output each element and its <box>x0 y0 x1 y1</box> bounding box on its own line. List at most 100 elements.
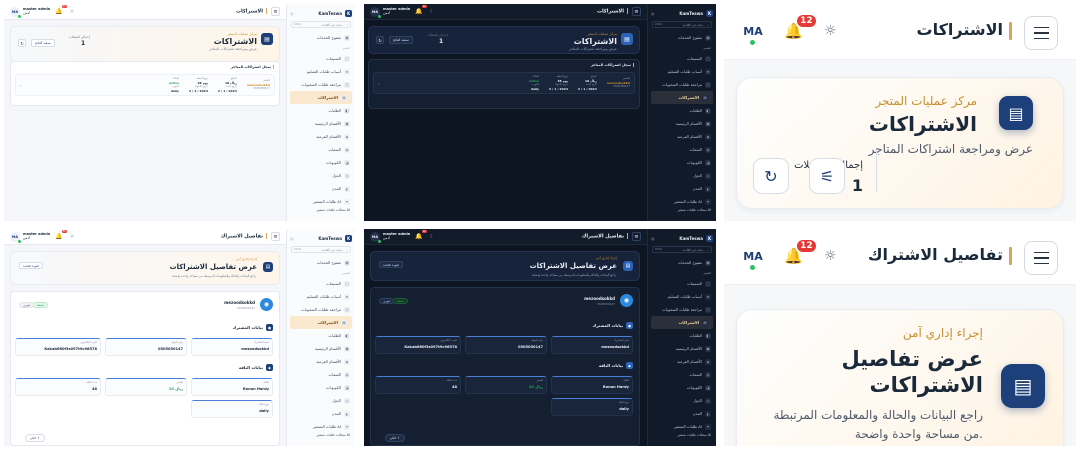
sun-icon[interactable]: ☾ <box>430 234 434 240</box>
sidebar-footer[interactable]: سجلات طلبات تسعير AI <box>648 208 716 212</box>
sidebar-item[interactable]: الطلبات ◧ <box>648 329 716 342</box>
bell-icon[interactable]: 🔔 12 <box>55 5 67 15</box>
avatar[interactable]: MA <box>742 20 764 46</box>
sidebar-item-subscriptions[interactable]: الاشتراكات ▤ <box>651 91 713 104</box>
sidebar-item[interactable]: الأقسام الفرعية ◈ <box>287 355 355 368</box>
sidebar-item[interactable]: مراجعة طلبات السحوبات ◫ <box>648 303 716 316</box>
sidebar-item[interactable]: الكوبونات ◪ <box>287 381 355 394</box>
sidebar-item[interactable]: أسباب طلبات التسليم ≡ <box>648 290 716 303</box>
avatar[interactable]: MA <box>10 6 21 18</box>
sidebar-item[interactable]: أسباب طلبات التسليم ≡ <box>648 65 716 78</box>
menu-icon[interactable]: ≡ <box>632 7 641 16</box>
sidebar-item-dashboard[interactable]: مفتوح الخدمات ▦ <box>287 256 355 269</box>
bell-icon[interactable]: 🔔 12 <box>415 5 427 15</box>
user-info[interactable]: master admin أدمن <box>23 232 50 241</box>
sidebar-item[interactable]: المدن ◭ <box>287 407 355 420</box>
user-info[interactable]: master admin أدمن <box>383 232 410 241</box>
sidebar-item-subscriptions[interactable]: الاشتراكات ▤ <box>290 91 352 104</box>
sidebar-search[interactable]: Ctrl K بحث في القائمة... ⌕ <box>291 21 351 28</box>
menu-icon[interactable] <box>1024 16 1058 50</box>
collapse-icon[interactable]: ◎ <box>290 11 294 16</box>
sidebar-item[interactable]: الدول ◎ <box>287 394 355 407</box>
refresh-icon[interactable]: ↻ <box>18 39 26 47</box>
back-button[interactable]: العودة للقائمة <box>19 262 43 269</box>
sidebar-item[interactable]: السمات ◍ <box>287 368 355 381</box>
sidebar-item[interactable]: المدن ◭ <box>287 182 355 195</box>
sidebar-item[interactable]: الدول ◎ <box>648 394 716 407</box>
sidebar-item[interactable]: الأقسام الفرعية ◈ <box>648 130 716 143</box>
sidebar-item[interactable]: الدول ◎ <box>648 169 716 182</box>
avatar[interactable]: MA <box>370 231 381 243</box>
menu-icon[interactable]: ≡ <box>271 7 280 16</box>
sidebar-item[interactable]: المدن ◭ <box>648 182 716 195</box>
sidebar-item[interactable]: الأقسام الرئيسية ▣ <box>648 342 716 355</box>
bell-icon[interactable]: 🔔 12 <box>784 240 816 265</box>
filter-icon[interactable]: ⚟ <box>809 158 845 194</box>
menu-icon[interactable]: ≡ <box>632 232 641 241</box>
sidebar-item[interactable]: الطلبات ◧ <box>648 104 716 117</box>
menu-icon[interactable]: ≡ <box>271 232 280 241</box>
bell-icon[interactable]: 🔔 12 <box>784 15 816 40</box>
sidebar-item[interactable]: مراجعة طلبات السحوبات ◫ <box>287 303 355 316</box>
chevron-icon[interactable]: › <box>20 83 22 88</box>
sidebar-item[interactable]: الكوبونات ◪ <box>648 381 716 394</box>
scroll-top-button[interactable]: اعلى ↑ <box>25 434 45 442</box>
sidebar-item[interactable]: طلبات التسعير AI ✦ <box>287 420 355 433</box>
sidebar-item[interactable]: السمات ◍ <box>287 143 355 156</box>
sidebar-brand[interactable]: ◎ KamTeswa K <box>287 8 355 18</box>
scroll-top-button[interactable]: اعلى ↑ <box>385 434 405 442</box>
sidebar-item-dashboard[interactable]: مفتوح الخدمات ▦ <box>287 31 355 44</box>
sidebar-item[interactable]: الطلبات ◧ <box>287 329 355 342</box>
avatar[interactable]: MA <box>370 6 381 18</box>
back-button[interactable]: العودة للقائمة <box>379 261 403 268</box>
sidebar-brand[interactable]: ◎ KamTeswa K <box>648 233 716 243</box>
sidebar-footer[interactable]: سجلات طلبات تسعير AI <box>648 433 716 437</box>
bell-icon[interactable]: 🔔 12 <box>415 230 427 240</box>
sidebar-item[interactable]: الأقسام الرئيسية ▣ <box>287 117 355 130</box>
sidebar-item[interactable]: طلبات التسعير AI ✦ <box>287 195 355 208</box>
sidebar-brand[interactable]: ◎ KamTeswa K <box>648 8 716 18</box>
sidebar-item[interactable]: الأقسام الفرعية ◈ <box>287 130 355 143</box>
sun-icon[interactable]: ☾ <box>430 9 434 15</box>
sidebar-item[interactable]: طلبات التسعير AI ✦ <box>648 195 716 208</box>
sidebar-item[interactable]: السنيمات ▢ <box>287 277 355 290</box>
sidebar-item[interactable]: أسباب طلبات التسليم ≡ <box>287 65 355 78</box>
sun-icon[interactable]: ☼ <box>824 248 837 264</box>
sidebar-brand[interactable]: ◎ KamTeswa K <box>287 233 355 243</box>
chevron-icon[interactable]: › <box>378 81 380 86</box>
table-row[interactable]: المتجر mezoodsokkd 0505050147 المبلغ 10 ريا… <box>15 74 275 96</box>
avatar[interactable]: MA <box>742 245 764 271</box>
sun-icon[interactable]: ☼ <box>70 234 74 240</box>
sidebar-item-subscriptions[interactable]: الاشتراكات ▤ <box>651 316 713 329</box>
refresh-icon[interactable]: ↻ <box>376 36 384 44</box>
sidebar-footer[interactable]: سجلات طلبات تسعير AI <box>287 433 355 437</box>
refresh-icon[interactable]: ↻ <box>753 158 789 194</box>
sidebar-item[interactable]: السنيمات ▢ <box>287 52 355 65</box>
sidebar-item[interactable]: مراجعة طلبات السحوبات ◫ <box>648 78 716 91</box>
sidebar-item-subscriptions[interactable]: الاشتراكات ▤ <box>290 316 352 329</box>
sidebar-search[interactable]: Ctrl K بحث في القائمة... ⌕ <box>652 246 712 253</box>
sidebar-item[interactable]: الكوبونات ◪ <box>648 156 716 169</box>
sidebar-item[interactable]: الدول ◎ <box>287 169 355 182</box>
menu-icon[interactable] <box>1024 241 1058 275</box>
sidebar-item[interactable]: الطلبات ◧ <box>287 104 355 117</box>
sun-icon[interactable]: ☼ <box>70 9 74 15</box>
filter-button[interactable]: تصفية النتائج <box>31 39 55 47</box>
sidebar-item-dashboard[interactable]: مفتوح الخدمات ▦ <box>648 256 716 269</box>
filter-button[interactable]: تصفية النتائج <box>389 36 413 44</box>
sidebar-item[interactable]: الأقسام الرئيسية ▣ <box>648 117 716 130</box>
sidebar-item[interactable]: الأقسام الرئيسية ▣ <box>287 342 355 355</box>
sun-icon[interactable]: ☼ <box>824 23 837 39</box>
table-row[interactable]: المتجر mezoodsokkd 0505050147 المبلغ 10 ريا… <box>373 72 635 94</box>
user-info[interactable]: master admin أدمن <box>383 7 410 16</box>
sidebar-item[interactable]: السمات ◍ <box>648 368 716 381</box>
sidebar-search[interactable]: Ctrl K بحث في القائمة... ⌕ <box>291 246 351 253</box>
sidebar-item[interactable]: السمات ◍ <box>648 143 716 156</box>
sidebar-footer[interactable]: سجلات طلبات تسعير AI <box>287 208 355 212</box>
sidebar-item[interactable]: الأقسام الفرعية ◈ <box>648 355 716 368</box>
sidebar-item[interactable]: أسباب طلبات التسليم ≡ <box>287 290 355 303</box>
bell-icon[interactable]: 🔔 12 <box>55 230 67 240</box>
sidebar-item[interactable]: مراجعة طلبات السحوبات ◫ <box>287 78 355 91</box>
sidebar-item[interactable]: طلبات التسعير AI ✦ <box>648 420 716 433</box>
sidebar-item[interactable]: المدن ◭ <box>648 407 716 420</box>
